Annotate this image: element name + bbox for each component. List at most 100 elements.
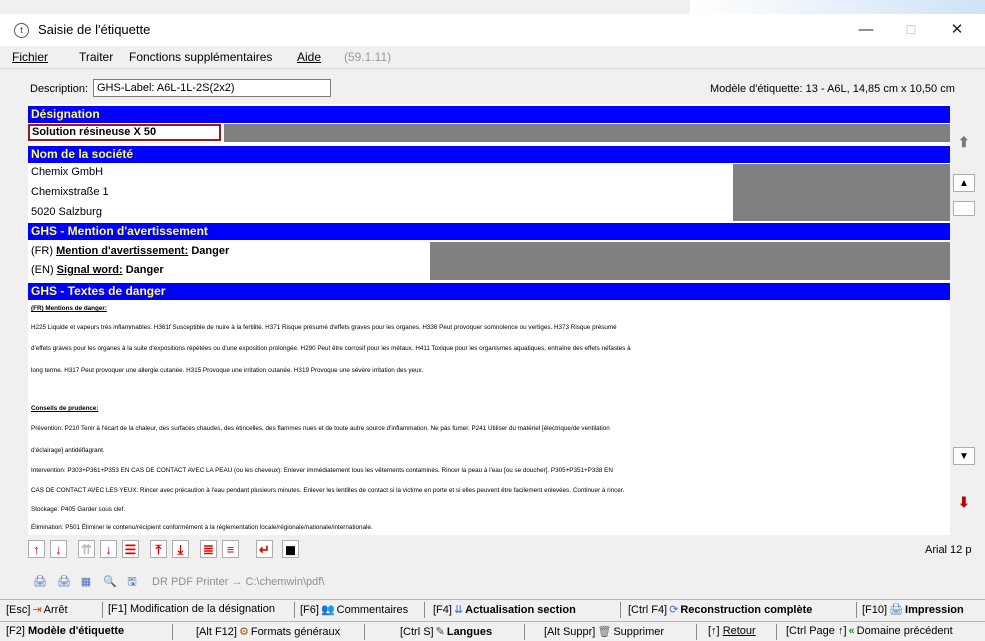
print-button[interactable]: [F10] 🖨 Impression: [862, 603, 964, 616]
precaution-prevention[interactable]: Prévention: P210 Tenir à l'écart de la c…: [31, 424, 949, 433]
formats-icon: ⚙: [238, 626, 249, 638]
precaution-storage[interactable]: Stockage: P405 Garder sous clef.: [31, 505, 949, 514]
printer-path: DR PDF Printer → C:\chemwin\pdf\: [152, 576, 325, 588]
label-entry-window: t Saisie de l'étiquette — ☐ ✕ Fichier Tr…: [0, 0, 985, 641]
description-input[interactable]: [93, 79, 331, 97]
separator: [696, 624, 697, 640]
menu-bar: Fichier Traiter Fonctions supplémentaire…: [0, 46, 985, 69]
justify-down-button[interactable]: ↓: [100, 540, 117, 558]
separator: [172, 624, 173, 640]
back-button[interactable]: [↑] Retour: [708, 625, 756, 637]
key-label: [Esc]: [6, 604, 31, 616]
separator: [294, 602, 295, 618]
previous-icon: «: [848, 625, 855, 637]
hazard-text-line[interactable]: d'effets graves pour les organes à la su…: [31, 344, 949, 353]
signal-word-fr[interactable]: (FR) Mention d'avertissement: Danger: [31, 245, 229, 257]
menu-fichier[interactable]: Fichier: [12, 50, 48, 64]
align-top-button[interactable]: ⇈: [78, 540, 95, 558]
button-label: Domaine précédent: [856, 625, 953, 637]
key-label: [Alt F12]: [196, 626, 237, 638]
company-line-name[interactable]: Chemix GmbH: [31, 166, 103, 178]
separator: [620, 602, 621, 618]
key-label: [F4]: [433, 604, 452, 616]
editor-toolbar: ↑ ↓ ⇈ ↓ ☰ ⤒ ⤓ ≣ ≡ ↵ ◼ Arial 12 p: [28, 538, 978, 562]
menu-aide[interactable]: Aide: [297, 50, 321, 64]
save-icon[interactable]: 🖫: [124, 574, 140, 590]
title-bar[interactable]: t Saisie de l'étiquette — ☐ ✕: [0, 14, 985, 46]
button-label: Langues: [446, 626, 493, 638]
company-line-street[interactable]: Chemixstraße 1: [31, 186, 109, 198]
signal-label-fr: Mention d'avertissement:: [56, 245, 189, 257]
languages-icon: ✎: [435, 626, 445, 638]
full-rebuild-button[interactable]: [Ctrl F4] ⟳ Reconstruction complète: [628, 603, 812, 616]
modify-designation-button[interactable]: [F1] Modification de la désignation: [108, 603, 275, 615]
previous-domain-button[interactable]: [Ctrl Page ↑] «Domaine précédent: [786, 625, 953, 637]
print-preview-icon[interactable]: 🖨: [56, 574, 72, 590]
zoom-icon[interactable]: 🔍: [102, 574, 118, 590]
signal-value-en: Danger: [125, 264, 164, 276]
app-icon: t: [14, 23, 29, 38]
unused-area: [430, 242, 950, 280]
refresh-section-button[interactable]: [F4] ⇊ Actualisation section: [433, 603, 576, 616]
move-up-button[interactable]: ↑: [28, 540, 45, 558]
delete-button[interactable]: [Alt Suppr] 🗑 Supprimer: [544, 625, 664, 638]
comments-button[interactable]: [F6] 👥 Commentaires: [300, 603, 408, 616]
return-button[interactable]: ↵: [256, 540, 273, 558]
general-formats-button[interactable]: [Alt F12] ⚙ Formats généraux: [196, 625, 340, 638]
stop-icon: ⇥: [32, 604, 42, 616]
rebuild-icon: ⟳: [669, 604, 679, 616]
hazard-text-line[interactable]: long terme. H317 Peut provoquer une alle…: [31, 366, 949, 375]
designation-input[interactable]: Solution résineuse X 50: [28, 124, 221, 141]
precaution-intervention-continued[interactable]: CAS DE CONTACT AVEC LES YEUX: Rincer ave…: [31, 486, 949, 495]
button-label: Formats généraux: [250, 626, 341, 638]
insert-top-button[interactable]: ⤒: [150, 540, 167, 558]
label-model-button[interactable]: [F2] Modèle d'étiquette: [6, 625, 124, 637]
scroll-bottom-icon[interactable]: ⬇: [958, 494, 970, 511]
pdf-icon[interactable]: ▦: [78, 574, 94, 590]
signal-label-en: Signal word:: [56, 264, 123, 276]
format-button[interactable]: ≡: [222, 540, 239, 558]
close-button[interactable]: ✕: [937, 18, 977, 42]
key-label: [F1]: [108, 603, 127, 615]
precaution-prevention-continued[interactable]: d'éclairage] antidéflagrant.: [31, 446, 949, 455]
align-lines-button[interactable]: ☰: [122, 540, 139, 558]
menu-fonctions-supplementaires[interactable]: Fonctions supplémentaires: [129, 50, 272, 64]
maximize-button[interactable]: ☐: [891, 18, 931, 42]
scroll-top-icon[interactable]: ⬆: [958, 134, 970, 151]
paragraph-button[interactable]: ≣: [200, 540, 217, 558]
signal-value-fr: Danger: [191, 245, 230, 257]
key-label: [Ctrl Page ↑]: [786, 625, 847, 637]
languages-button[interactable]: [Ctrl S] ✎ Langues: [400, 625, 492, 638]
stop-button[interactable]: [Esc] ⇥ Arrêt: [6, 603, 68, 616]
separator: [524, 624, 525, 640]
scroll-down-button[interactable]: ▼: [953, 447, 975, 465]
section-hazard-texts: GHS - Textes de danger: [28, 283, 950, 300]
separator: [856, 602, 857, 618]
insert-bottom-button[interactable]: ⤓: [172, 540, 189, 558]
hazard-heading-fr: (FR) Mentions de danger:: [31, 305, 107, 312]
scroll-up-button[interactable]: ▲: [953, 174, 975, 192]
print-toolbar: 🖨 🖨 ▦ 🔍 🖫 DR PDF Printer → C:\chemwin\pd…: [28, 574, 528, 592]
move-down-button[interactable]: ↓: [50, 540, 67, 558]
editor-scrollbar[interactable]: ⬆ ▲ ▼ ⬇: [953, 104, 977, 535]
font-info: Arial 12 p: [925, 544, 972, 556]
language-prefix: (EN): [31, 264, 54, 276]
hazard-text-line[interactable]: H225 Liquide et vapeurs très inflammable…: [31, 323, 949, 332]
precaution-elimination[interactable]: Élimination: P501 Éliminer le contenu/ré…: [31, 523, 949, 532]
section-signal-word: GHS - Mention d'avertissement: [28, 223, 950, 240]
image-button[interactable]: ◼: [282, 540, 299, 558]
print-icon[interactable]: 🖨: [32, 574, 48, 590]
precaution-intervention[interactable]: Intervention: P303+P361+P353 EN CAS DE C…: [31, 466, 949, 475]
label-editor[interactable]: Désignation Solution résineuse X 50 Nom …: [28, 104, 950, 535]
company-line-city[interactable]: 5020 Salzburg: [31, 206, 102, 218]
menu-traiter[interactable]: Traiter: [79, 50, 113, 64]
refresh-section-icon: ⇊: [453, 604, 464, 616]
printer-icon: 🖨: [889, 604, 904, 616]
signal-word-en[interactable]: (EN) Signal word: Danger: [31, 264, 164, 276]
key-label: [F6]: [300, 604, 319, 616]
button-label: Supprimer: [613, 626, 665, 638]
scroll-thumb[interactable]: [953, 201, 975, 216]
minimize-button[interactable]: —: [846, 18, 886, 42]
label-model-info: Modèle d'étiquette: 13 - A6L, 14,85 cm x…: [710, 83, 955, 95]
key-label: [Alt Suppr]: [544, 626, 596, 638]
